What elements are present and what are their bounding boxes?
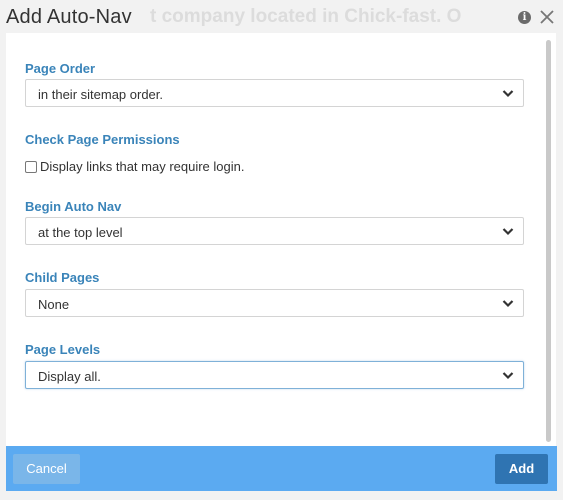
- chevron-down-icon: [502, 372, 514, 380]
- page-levels-select[interactable]: Display all.: [25, 361, 524, 389]
- dialog-titlebar: Add Auto-Nav i: [0, 0, 563, 34]
- page-order-label: Page Order: [25, 61, 96, 76]
- dialog-body: Page Order in their sitemap order. Check…: [6, 33, 556, 446]
- scrollbar[interactable]: [546, 40, 551, 442]
- page-order-value: in their sitemap order.: [38, 87, 164, 102]
- permissions-checkbox-label[interactable]: Display links that may require login.: [40, 159, 244, 174]
- page-levels-value: Display all.: [38, 369, 101, 384]
- chevron-down-icon: [502, 228, 514, 236]
- child-pages-label: Child Pages: [25, 270, 100, 285]
- cancel-button[interactable]: Cancel: [13, 454, 80, 484]
- add-button[interactable]: Add: [495, 454, 548, 484]
- chevron-down-icon: [502, 90, 514, 98]
- info-icon[interactable]: i: [518, 11, 531, 24]
- page-levels-label: Page Levels: [25, 342, 101, 357]
- close-icon[interactable]: [538, 8, 556, 26]
- child-pages-value: None: [38, 297, 70, 312]
- begin-auto-nav-value: at the top level: [38, 225, 123, 240]
- begin-auto-nav-select[interactable]: at the top level: [25, 217, 524, 245]
- dialog-footer: Cancel Add: [6, 446, 557, 491]
- page-order-select[interactable]: in their sitemap order.: [25, 79, 524, 107]
- check-permissions-label: Check Page Permissions: [25, 132, 180, 147]
- child-pages-select[interactable]: None: [25, 289, 524, 317]
- begin-auto-nav-label: Begin Auto Nav: [25, 199, 122, 214]
- dialog-title: Add Auto-Nav: [6, 6, 132, 28]
- chevron-down-icon: [502, 300, 514, 308]
- permissions-checkbox[interactable]: [25, 161, 37, 173]
